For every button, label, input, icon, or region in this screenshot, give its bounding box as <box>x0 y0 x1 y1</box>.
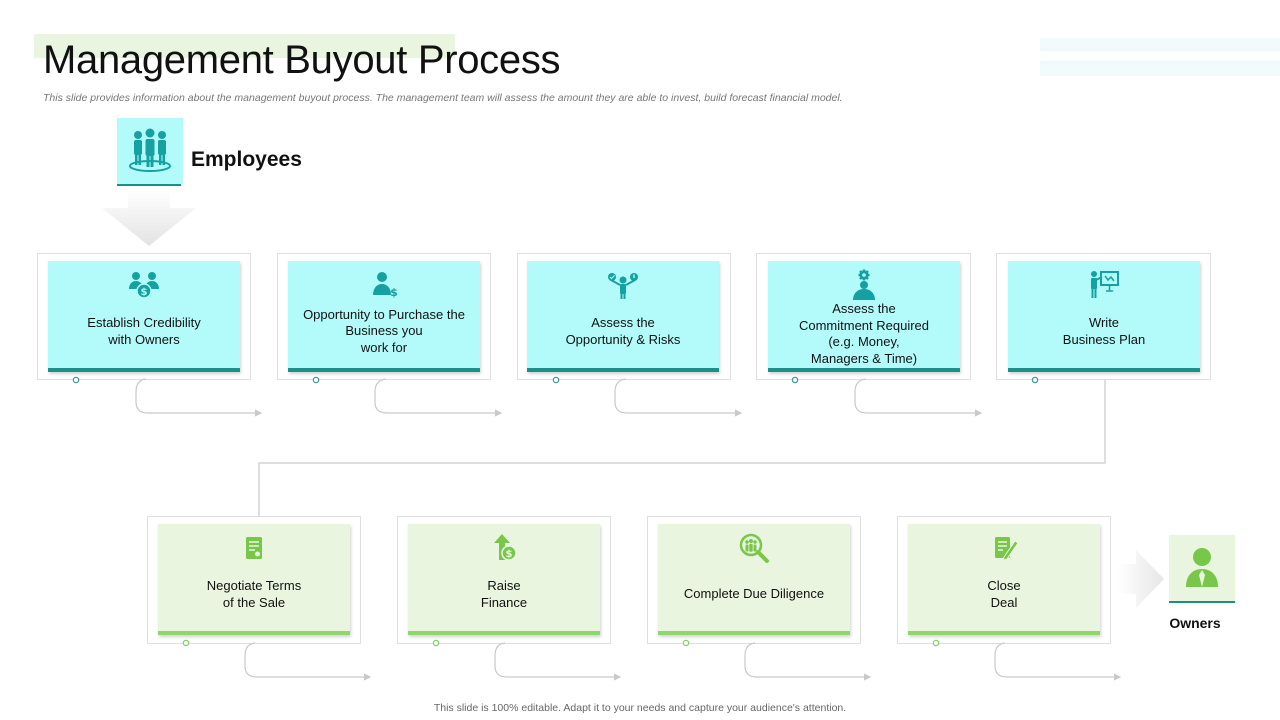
step-box-6: Negotiate Terms of the Sale <box>158 524 350 635</box>
step-box-7: $ Raise Finance <box>408 524 600 635</box>
arrow-up-coin-icon: $ <box>494 534 517 561</box>
step-box-2: $ Opportunity to Purchase the Business y… <box>288 261 480 372</box>
step-label-1: Establish Credibility with Owners <box>87 315 201 347</box>
owners-underline <box>1169 601 1235 603</box>
slide-description: This slide provides information about th… <box>43 92 843 104</box>
flow-arrow-6 <box>244 642 372 681</box>
svg-text:$: $ <box>390 286 398 299</box>
step-label-3: Assess the Opportunity & Risks <box>565 315 681 347</box>
flow-arrow-1 <box>135 378 263 417</box>
down-arrow <box>102 190 196 246</box>
step-label-2: Opportunity to Purchase the Business you… <box>303 306 465 355</box>
step-label-4: Assess the Commitment Required (e.g. Mon… <box>798 301 930 366</box>
step-label-5: Write Business Plan <box>1062 315 1146 347</box>
owner-person-icon <box>1186 548 1218 587</box>
flow-arrow-7 <box>494 642 622 681</box>
footer-note: This slide is 100% editable. Adapt it to… <box>433 702 847 714</box>
employees-group-icon <box>129 128 171 172</box>
person-gear-icon <box>853 269 875 300</box>
employees-underline <box>117 184 181 186</box>
balance-person-icon <box>608 273 638 299</box>
employees-label: Employees <box>191 148 302 171</box>
right-arrow <box>1118 550 1164 608</box>
flow-arrow-3 <box>614 378 743 417</box>
owners-label: Owners <box>1169 615 1221 631</box>
people-dollar-icon: $ <box>129 272 159 299</box>
row-link <box>258 380 1106 516</box>
document-pen-icon <box>995 537 1019 562</box>
flow-arrow-2 <box>374 378 503 417</box>
step-box-1: $ Establish Credibility with Owners <box>48 261 240 372</box>
svg-text:$: $ <box>141 287 148 298</box>
step-box-8: Complete Due Diligence <box>658 524 850 635</box>
step-label-6: Negotiate Terms of the Sale <box>206 578 302 610</box>
flow-arrow-8 <box>744 642 872 681</box>
flow-arrow-9 <box>994 642 1122 681</box>
page-title: Management Buyout Process <box>43 38 561 82</box>
presenter-board-icon <box>1091 271 1119 298</box>
step-box-9: Close Deal <box>908 524 1100 635</box>
decoration-band-bottom <box>1040 61 1280 76</box>
step-label-9: Close Deal <box>987 578 1021 610</box>
svg-text:$: $ <box>506 549 513 560</box>
step-label-7: Raise Finance <box>480 578 528 610</box>
step-box-4: Assess the Commitment Required (e.g. Mon… <box>768 261 960 372</box>
step-box-5: Write Business Plan <box>1008 261 1200 372</box>
step-box-3: Assess the Opportunity & Risks <box>527 261 719 372</box>
person-dollar-icon: $ <box>373 272 398 299</box>
employees-icon-tile <box>117 118 183 184</box>
magnifier-people-icon <box>739 533 769 563</box>
decoration-band-top <box>1040 38 1280 51</box>
step-label-8: Complete Due Diligence <box>683 586 825 602</box>
owners-icon-tile <box>1169 535 1235 601</box>
contract-document-icon <box>246 537 262 559</box>
flow-arrow-4 <box>854 378 983 417</box>
